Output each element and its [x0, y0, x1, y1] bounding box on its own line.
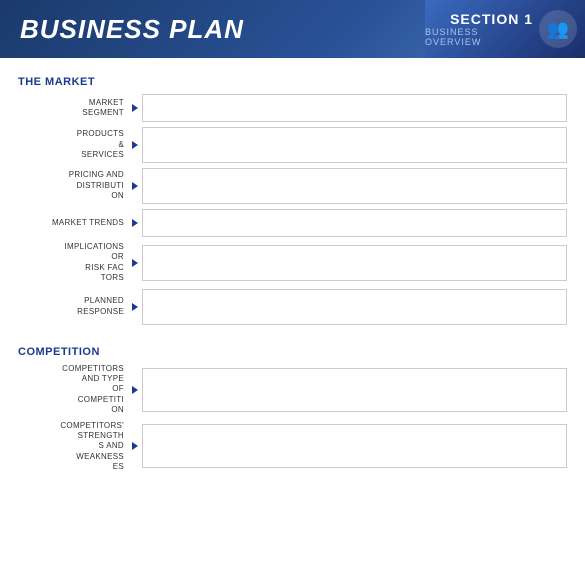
- competitors-strength-label: COMPETITORS'STRENGTHS ANDWEAKNESSES: [18, 421, 128, 473]
- market-trends-row: MARKET TRENDS: [18, 209, 567, 237]
- implications-row: IMPLICATIONSORRISK FACTORS: [18, 242, 567, 284]
- planned-response-input[interactable]: [142, 289, 567, 325]
- pricing-input[interactable]: [142, 168, 567, 204]
- competitors-strength-row: COMPETITORS'STRENGTHS ANDWEAKNESSES: [18, 421, 567, 473]
- market-trends-label: MARKET TRENDS: [18, 218, 128, 228]
- market-trends-input[interactable]: [142, 209, 567, 237]
- pricing-row: PRICING ANDDISTRIBUTION: [18, 168, 567, 204]
- arrow-5: [128, 259, 142, 267]
- arrow-7: [128, 386, 142, 394]
- header: BUSINESS PLAN SECTION 1 BUSINESS OVERVIE…: [0, 0, 585, 58]
- arrow-2: [128, 141, 142, 149]
- title-bold: PLAN: [169, 14, 244, 44]
- planned-response-label: PLANNEDRESPONSE: [18, 296, 128, 317]
- market-segment-input[interactable]: [142, 94, 567, 122]
- arrow-icon-1: [132, 104, 138, 112]
- implications-label: IMPLICATIONSORRISK FACTORS: [18, 242, 128, 284]
- content: THE MARKET MARKETSEGMENT PRODUCTS&SERVIC…: [0, 58, 585, 487]
- pricing-label: PRICING ANDDISTRIBUTION: [18, 170, 128, 201]
- competition-heading: COMPETITION: [18, 346, 567, 358]
- competitors-type-input[interactable]: [142, 368, 567, 412]
- market-heading: THE MARKET: [18, 76, 567, 88]
- competitors-type-label: COMPETITORSAND TYPEOFCOMPETITION: [18, 364, 128, 416]
- market-segment-label: MARKETSEGMENT: [18, 98, 128, 119]
- header-title: BUSINESS PLAN: [20, 14, 244, 45]
- planned-response-row: PLANNEDRESPONSE: [18, 289, 567, 325]
- arrow-6: [128, 303, 142, 311]
- competitors-strength-input[interactable]: [142, 424, 567, 468]
- implications-input[interactable]: [142, 245, 567, 281]
- arrow-icon-8: [132, 442, 138, 450]
- arrow-4: [128, 219, 142, 227]
- arrow-icon-6: [132, 303, 138, 311]
- competitors-type-row: COMPETITORSAND TYPEOFCOMPETITION: [18, 364, 567, 416]
- people-icon: 👥: [539, 10, 577, 48]
- page: BUSINESS PLAN SECTION 1 BUSINESS OVERVIE…: [0, 0, 585, 487]
- market-segment-row: MARKETSEGMENT: [18, 94, 567, 122]
- products-services-row: PRODUCTS&SERVICES: [18, 127, 567, 163]
- arrow-3: [128, 182, 142, 190]
- products-services-label: PRODUCTS&SERVICES: [18, 129, 128, 160]
- title-plain: BUSINESS: [20, 14, 169, 44]
- arrow-8: [128, 442, 142, 450]
- products-services-input[interactable]: [142, 127, 567, 163]
- arrow-icon-5: [132, 259, 138, 267]
- arrow-icon-3: [132, 182, 138, 190]
- arrow-icon-2: [132, 141, 138, 149]
- arrow-1: [128, 104, 142, 112]
- header-left: BUSINESS PLAN: [0, 0, 425, 58]
- arrow-icon-4: [132, 219, 138, 227]
- arrow-icon-7: [132, 386, 138, 394]
- header-right: SECTION 1 BUSINESS OVERVIEW 👥: [425, 0, 585, 58]
